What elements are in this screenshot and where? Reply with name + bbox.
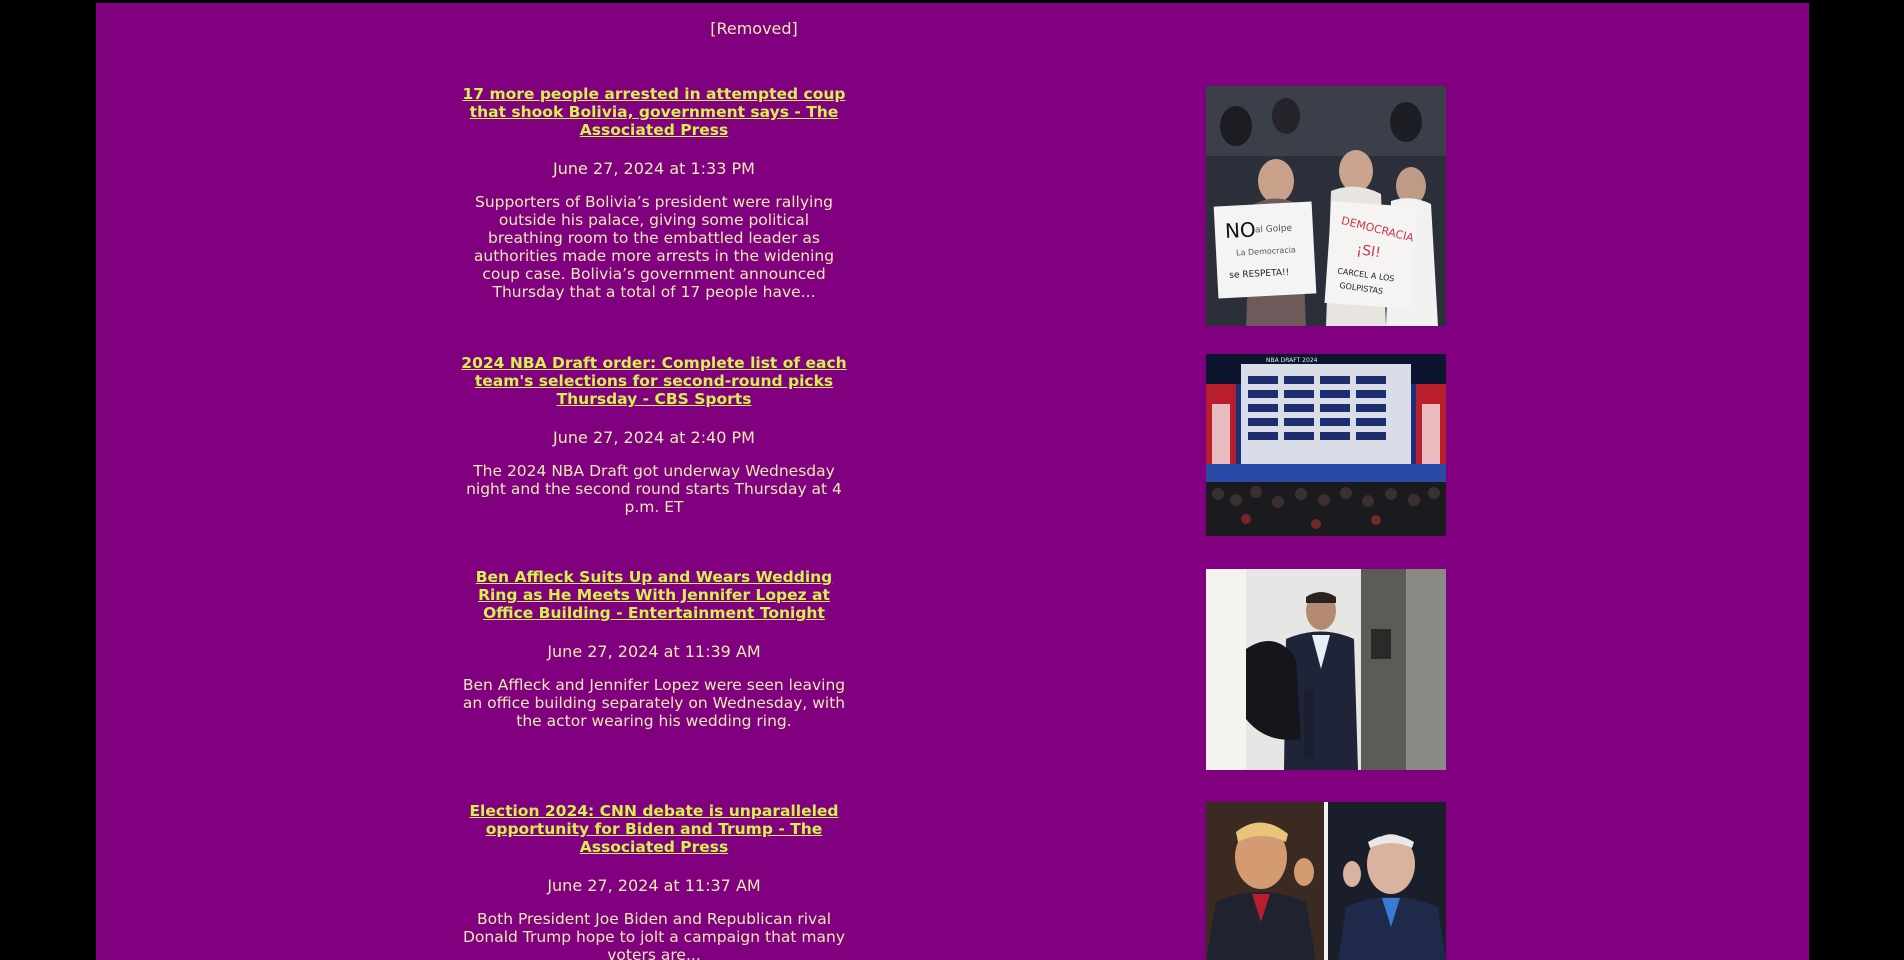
svg-text:¡SI!: ¡SI! bbox=[1355, 242, 1381, 261]
article-date: June 27, 2024 at 1:33 PM bbox=[553, 159, 755, 178]
article-headline-link[interactable]: Ben Affleck Suits Up and Wears Wedding R… bbox=[458, 568, 850, 622]
article-text: Election 2024: CNN debate is unparallele… bbox=[458, 802, 850, 960]
article-date: June 27, 2024 at 11:37 AM bbox=[547, 876, 761, 895]
two-candidates-photo-icon bbox=[1206, 802, 1446, 960]
man-in-suit-photo-icon bbox=[1206, 569, 1446, 770]
article-text: 17 more people arrested in attempted cou… bbox=[458, 85, 850, 301]
article-description: The 2024 NBA Draft got underway Wednesda… bbox=[466, 462, 842, 516]
stage-banner-text: NBA DRAFT 2024 bbox=[1266, 357, 1318, 364]
article-date: June 27, 2024 at 2:40 PM bbox=[553, 428, 755, 447]
article-description: Both President Joe Biden and Republican … bbox=[462, 910, 846, 960]
svg-text:NO: NO bbox=[1224, 217, 1256, 243]
article-text: 2024 NBA Draft order: Complete list of e… bbox=[458, 354, 850, 516]
removed-notice: [Removed] bbox=[710, 19, 798, 38]
article-date: June 27, 2024 at 11:39 AM bbox=[547, 642, 761, 661]
article-image[interactable]: NBA DRAFT 2024 bbox=[1206, 354, 1446, 536]
protest-photo-icon: NO al Golpe La Democracia se RESPETA!! D… bbox=[1206, 86, 1446, 326]
article-headline-link[interactable]: 2024 NBA Draft order: Complete list of e… bbox=[458, 354, 850, 408]
article-image[interactable] bbox=[1206, 802, 1446, 960]
article-description: Ben Affleck and Jennifer Lopez were seen… bbox=[462, 676, 846, 730]
article-text: Ben Affleck Suits Up and Wears Wedding R… bbox=[458, 568, 850, 730]
article-image[interactable] bbox=[1206, 569, 1446, 770]
article-headline-link[interactable]: 17 more people arrested in attempted cou… bbox=[458, 85, 850, 139]
nba-draft-stage-photo-icon: NBA DRAFT 2024 bbox=[1206, 354, 1446, 536]
news-page: [Removed] 17 more people arrested in att… bbox=[96, 3, 1809, 960]
article-headline-link[interactable]: Election 2024: CNN debate is unparallele… bbox=[458, 802, 850, 856]
svg-text:al Golpe: al Golpe bbox=[1255, 224, 1293, 236]
article-description: Supporters of Bolivia’s president were r… bbox=[473, 193, 835, 301]
article-image[interactable]: NO al Golpe La Democracia se RESPETA!! D… bbox=[1206, 86, 1446, 326]
